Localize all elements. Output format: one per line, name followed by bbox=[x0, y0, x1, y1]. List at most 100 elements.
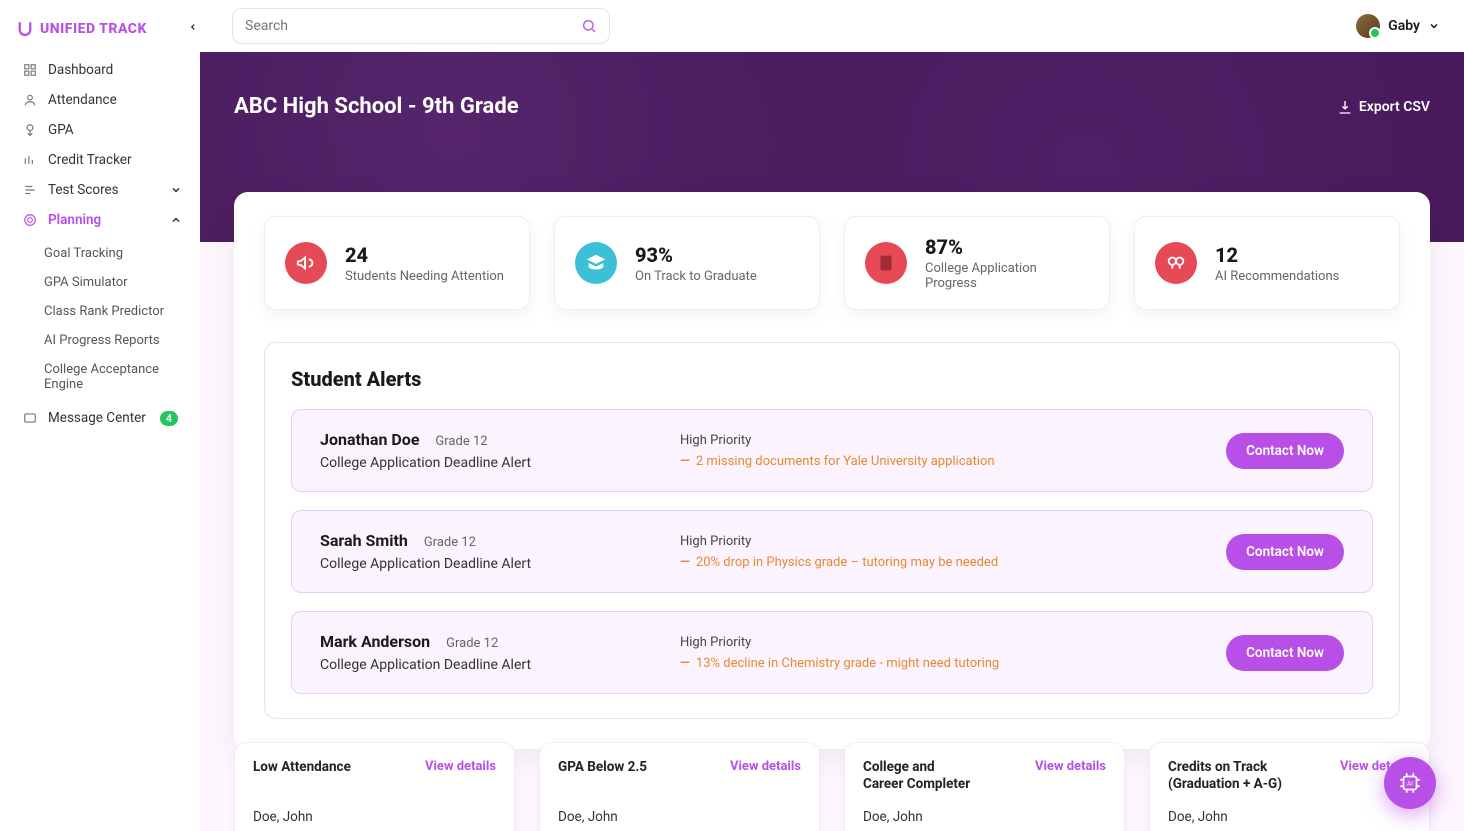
alert-detail: 13% decline in Chemistry grade - might n… bbox=[696, 656, 999, 671]
stat-row: 24 Students Needing Attention 93% On Tra… bbox=[264, 216, 1400, 310]
stat-college-progress[interactable]: 87% College Application Progress bbox=[844, 216, 1110, 310]
alerts-title: Student Alerts bbox=[291, 367, 1373, 391]
nav-label: Planning bbox=[48, 212, 101, 228]
alert-subtitle: College Application Deadline Alert bbox=[320, 556, 660, 572]
nav-label: Credit Tracker bbox=[48, 152, 132, 168]
alert-detail: 2 missing documents for Yale University … bbox=[696, 454, 995, 469]
alert-student-name: Sarah Smith bbox=[320, 531, 408, 550]
subnav-goal-tracking[interactable]: Goal Tracking bbox=[34, 240, 192, 267]
search-icon[interactable] bbox=[581, 18, 597, 34]
minus-icon: — bbox=[680, 454, 690, 469]
message-count-badge: 4 bbox=[160, 411, 178, 426]
category-college-career: College and Career Completer View detail… bbox=[844, 742, 1125, 831]
stat-label: College Application Progress bbox=[925, 261, 1089, 291]
ai-chip-icon: AI bbox=[1397, 770, 1423, 796]
topbar: Gaby bbox=[200, 0, 1464, 52]
stat-ai-recommendations[interactable]: 12 AI Recommendations bbox=[1134, 216, 1400, 310]
message-center-icon bbox=[22, 410, 38, 426]
view-details-link[interactable]: View details bbox=[1035, 759, 1106, 774]
subnav-college-acceptance-engine[interactable]: College Acceptance Engine bbox=[34, 356, 192, 398]
content-area: ABC High School - 9th Grade Export CSV 2… bbox=[200, 52, 1464, 831]
category-title: College and Career Completer bbox=[863, 759, 970, 793]
contact-now-button[interactable]: Contact Now bbox=[1226, 534, 1344, 570]
sidebar-collapse-button[interactable] bbox=[184, 18, 202, 36]
page-title: ABC High School - 9th Grade bbox=[234, 94, 519, 119]
alert-card: Mark Anderson Grade 12 College Applicati… bbox=[291, 611, 1373, 694]
brain-icon bbox=[1155, 242, 1197, 284]
nav-attendance[interactable]: Attendance bbox=[12, 86, 192, 114]
stat-value: 87% bbox=[925, 235, 1089, 259]
svg-text:AI: AI bbox=[1407, 780, 1413, 788]
sidebar: UNIFIED TRACK Dashboard Attendance GPA C… bbox=[0, 0, 200, 831]
chevron-up-icon bbox=[170, 214, 182, 226]
search-input[interactable] bbox=[245, 18, 581, 34]
subnav-gpa-simulator[interactable]: GPA Simulator bbox=[34, 269, 192, 296]
alert-priority: High Priority bbox=[680, 635, 1206, 650]
nav-label: Attendance bbox=[48, 92, 117, 108]
list-item: Doe, John bbox=[253, 809, 496, 825]
category-title: GPA Below 2.5 bbox=[558, 759, 647, 776]
stat-value: 12 bbox=[1215, 243, 1339, 267]
nav-credit-tracker[interactable]: Credit Tracker bbox=[12, 146, 192, 174]
category-title: Credits on Track (Graduation + A-G) bbox=[1168, 759, 1282, 793]
chevron-down-icon bbox=[1428, 20, 1440, 32]
category-title: Low Attendance bbox=[253, 759, 351, 776]
contact-now-button[interactable]: Contact Now bbox=[1226, 433, 1344, 469]
attendance-icon bbox=[22, 92, 38, 108]
nav-label: GPA bbox=[48, 122, 74, 138]
alert-student-grade: Grade 12 bbox=[446, 636, 498, 651]
planning-subnav: Goal Tracking GPA Simulator Class Rank P… bbox=[12, 240, 192, 398]
stat-label: Students Needing Attention bbox=[345, 269, 504, 284]
contact-now-button[interactable]: Contact Now bbox=[1226, 635, 1344, 671]
category-low-attendance: Low Attendance View details Doe, John Fr… bbox=[234, 742, 515, 831]
minus-icon: — bbox=[680, 555, 690, 570]
gradcap-icon bbox=[575, 242, 617, 284]
alert-student-grade: Grade 12 bbox=[424, 535, 476, 550]
nav-dashboard[interactable]: Dashboard bbox=[12, 56, 192, 84]
dashboard-icon bbox=[22, 62, 38, 78]
nav-message-center[interactable]: Message Center 4 bbox=[12, 404, 192, 432]
alert-subtitle: College Application Deadline Alert bbox=[320, 657, 660, 673]
stat-value: 24 bbox=[345, 243, 504, 267]
download-icon bbox=[1337, 99, 1353, 115]
brand-text: UNIFIED TRACK bbox=[40, 21, 147, 37]
nav-gpa[interactable]: GPA bbox=[12, 116, 192, 144]
list-item: Doe, John bbox=[863, 809, 1106, 825]
nav-planning[interactable]: Planning bbox=[12, 206, 192, 234]
nav: Dashboard Attendance GPA Credit Tracker … bbox=[12, 56, 192, 432]
stat-label: AI Recommendations bbox=[1215, 269, 1339, 284]
minus-icon: — bbox=[680, 656, 690, 671]
view-details-link[interactable]: View details bbox=[425, 759, 496, 774]
nav-label: Dashboard bbox=[48, 62, 113, 78]
logo-icon bbox=[16, 20, 34, 38]
user-name: Gaby bbox=[1388, 18, 1420, 34]
main-panel: 24 Students Needing Attention 93% On Tra… bbox=[234, 192, 1430, 749]
category-gpa-below: GPA Below 2.5 View details Doe, John Fra… bbox=[539, 742, 820, 831]
credit-tracker-icon bbox=[22, 152, 38, 168]
brand-logo[interactable]: UNIFIED TRACK bbox=[12, 16, 192, 56]
user-menu[interactable]: Gaby bbox=[1356, 14, 1440, 38]
stat-label: On Track to Graduate bbox=[635, 269, 757, 284]
alert-detail: 20% drop in Physics grade – tutoring may… bbox=[696, 555, 998, 570]
ai-assistant-fab[interactable]: AI bbox=[1384, 757, 1436, 809]
chevron-down-icon bbox=[170, 184, 182, 196]
alert-student-name: Jonathan Doe bbox=[320, 430, 419, 449]
alert-student-name: Mark Anderson bbox=[320, 632, 430, 651]
stat-on-track[interactable]: 93% On Track to Graduate bbox=[554, 216, 820, 310]
nav-test-scores[interactable]: Test Scores bbox=[12, 176, 192, 204]
search-box[interactable] bbox=[232, 8, 610, 44]
book-icon bbox=[865, 242, 907, 284]
export-csv-button[interactable]: Export CSV bbox=[1337, 99, 1430, 115]
subnav-class-rank-predictor[interactable]: Class Rank Predictor bbox=[34, 298, 192, 325]
alert-card: Sarah Smith Grade 12 College Application… bbox=[291, 510, 1373, 593]
stat-students-attention[interactable]: 24 Students Needing Attention bbox=[264, 216, 530, 310]
alert-student-grade: Grade 12 bbox=[435, 434, 487, 449]
view-details-link[interactable]: View details bbox=[730, 759, 801, 774]
list-item: Doe, John bbox=[1168, 809, 1411, 825]
avatar bbox=[1356, 14, 1380, 38]
subnav-ai-progress-reports[interactable]: AI Progress Reports bbox=[34, 327, 192, 354]
planning-icon bbox=[22, 212, 38, 228]
list-item: Doe, John bbox=[558, 809, 801, 825]
test-scores-icon bbox=[22, 182, 38, 198]
category-row: Low Attendance View details Doe, John Fr… bbox=[234, 742, 1430, 831]
